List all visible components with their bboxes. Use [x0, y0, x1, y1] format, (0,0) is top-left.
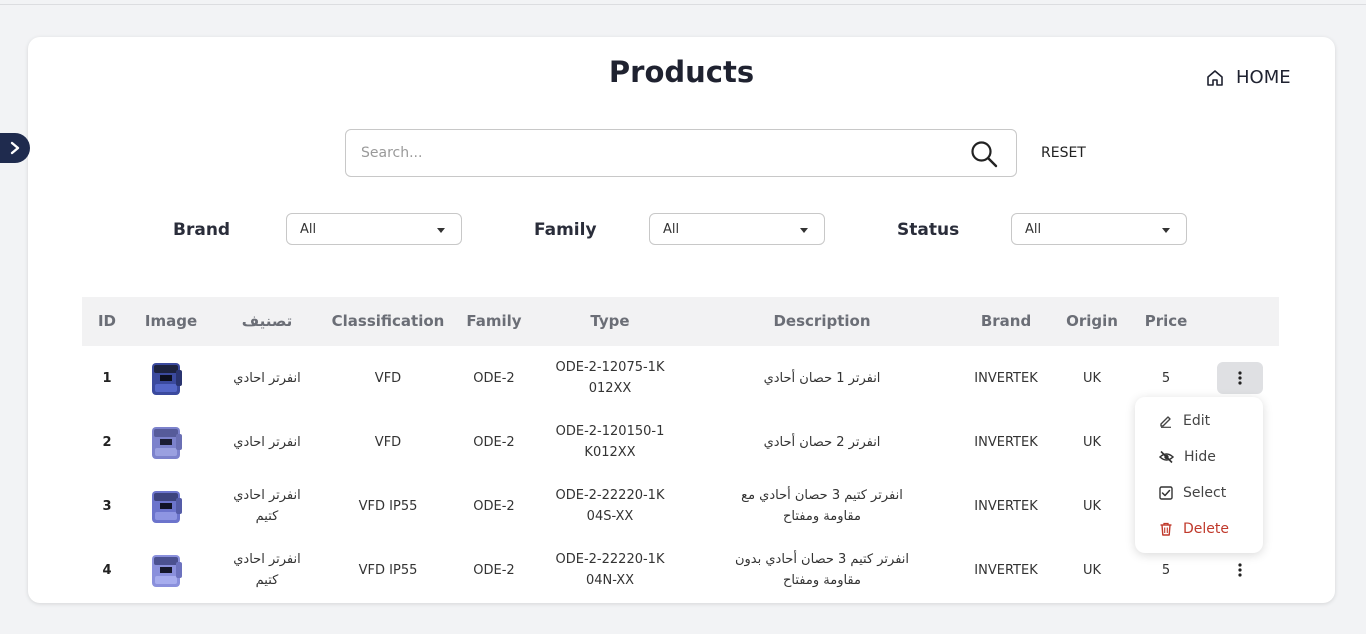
- type-cell: ODE-2-22220-1K04N-XX: [555, 552, 665, 588]
- row-actions-menu: Edit Hide Select Delete: [1135, 397, 1263, 553]
- edit-icon: [1160, 416, 1171, 428]
- table-row[interactable]: 2 انفرتر احادي VFD ODE-2 ODE-2-120150-1K…: [82, 410, 1279, 474]
- menu-item-delete[interactable]: Delete: [1159, 521, 1229, 537]
- row-id: 1: [102, 370, 112, 386]
- brand-cell: INVERTEK: [974, 370, 1038, 386]
- menu-item-label: Select: [1183, 485, 1227, 501]
- product-image: [146, 346, 186, 410]
- family-cell: ODE-2: [473, 370, 515, 386]
- tasnif-cell: انفرتر احادي كتيم: [233, 552, 301, 588]
- status-filter-value: All: [1025, 221, 1042, 237]
- type-cell: ODE-2-120150-1K012XX: [555, 424, 665, 460]
- row-actions-button[interactable]: [1217, 362, 1263, 394]
- home-link[interactable]: HOME: [1206, 67, 1291, 88]
- menu-item-label: Delete: [1183, 521, 1229, 537]
- family-filter-label: Family: [534, 220, 597, 240]
- search-icon[interactable]: [970, 140, 998, 168]
- reset-button[interactable]: RESET: [1041, 145, 1086, 161]
- top-divider: [0, 4, 1366, 5]
- sidebar-toggle-button[interactable]: [0, 133, 30, 163]
- brand-cell: INVERTEK: [974, 562, 1038, 578]
- col-origin: Origin: [1066, 312, 1118, 330]
- table-row[interactable]: 1 انفرتر احادي VFD ODE-2 ODE-2-12075-1K0…: [82, 346, 1279, 410]
- brand-filter-select[interactable]: All: [286, 213, 462, 245]
- inverter-image: [152, 491, 182, 523]
- col-brand: Brand: [980, 312, 1032, 330]
- col-classification: Classification: [331, 312, 445, 330]
- status-filter-select[interactable]: All: [1011, 213, 1187, 245]
- family-filter-value: All: [663, 221, 680, 237]
- menu-item-select[interactable]: Select: [1159, 485, 1226, 501]
- col-price: Price: [1144, 312, 1188, 330]
- origin-cell: UK: [1082, 370, 1102, 386]
- inverter-image: [152, 363, 182, 395]
- brand-cell: INVERTEK: [974, 434, 1038, 450]
- origin-cell: UK: [1082, 498, 1102, 514]
- origin-cell: UK: [1082, 562, 1102, 578]
- family-cell: ODE-2: [473, 434, 515, 450]
- menu-item-edit[interactable]: Edit: [1159, 413, 1210, 429]
- description-cell: انفرتر كتيم 3 حصان أحادي مع مقاومة ومفتا…: [741, 488, 903, 524]
- brand-filter-label: Brand: [173, 220, 231, 240]
- caret-down-icon: [437, 228, 445, 233]
- product-image: [146, 410, 186, 474]
- type-cell: ODE-2-22220-1K04S-XX: [555, 488, 665, 524]
- status-filter-label: Status: [897, 220, 960, 240]
- search-box: [345, 129, 1017, 177]
- products-card: Products HOME RESET Brand All Family All…: [28, 37, 1335, 603]
- classification-cell: VFD: [374, 370, 402, 386]
- brand-filter-value: All: [300, 221, 317, 237]
- row-actions-button[interactable]: [1217, 554, 1263, 586]
- checkbox-icon: [1159, 486, 1173, 500]
- home-icon: [1207, 69, 1223, 86]
- menu-item-label: Hide: [1184, 449, 1216, 465]
- type-cell: ODE-2-12075-1K012XX: [555, 360, 665, 396]
- menu-item-hide[interactable]: Hide: [1159, 449, 1216, 465]
- row-id: 2: [102, 434, 112, 450]
- description-cell: انفرتر 2 حصان أحادي: [763, 434, 881, 450]
- brand-cell: INVERTEK: [974, 498, 1038, 514]
- classification-cell: VFD: [374, 434, 402, 450]
- product-image: [146, 474, 186, 538]
- col-description: Description: [773, 312, 871, 330]
- product-image: [146, 538, 186, 602]
- family-cell: ODE-2: [473, 562, 515, 578]
- page-title: Products: [608, 55, 755, 89]
- description-cell: انفرتر كتيم 3 حصان أحادي بدون مقاومة ومف…: [734, 552, 910, 588]
- table-row[interactable]: 3 انفرتر احادي كتيم VFD IP55 ODE-2 ODE-2…: [82, 474, 1279, 538]
- classification-cell: VFD IP55: [358, 498, 418, 514]
- description-cell: انفرتر 1 حصان أحادي: [763, 370, 881, 386]
- table-row[interactable]: 4 انفرتر احادي كتيم VFD IP55 ODE-2 ODE-2…: [82, 538, 1279, 602]
- tasnif-cell: انفرتر احادي: [233, 370, 301, 386]
- eye-slash-icon: [1159, 450, 1174, 464]
- col-tasnif: تصنيف: [241, 312, 293, 330]
- tasnif-cell: انفرتر احادي كتيم: [233, 488, 301, 524]
- caret-down-icon: [1162, 228, 1170, 233]
- tasnif-cell: انفرتر احادي: [233, 434, 301, 450]
- kebab-icon: [1238, 371, 1242, 385]
- kebab-icon: [1238, 563, 1242, 577]
- inverter-image: [152, 555, 182, 587]
- row-id: 3: [102, 498, 112, 514]
- classification-cell: VFD IP55: [358, 562, 418, 578]
- inverter-image: [152, 427, 182, 459]
- table-header: ID Image تصنيف Classification Family Typ…: [82, 297, 1279, 346]
- search-input[interactable]: [346, 130, 936, 176]
- caret-down-icon: [800, 228, 808, 233]
- home-label: HOME: [1236, 67, 1291, 88]
- chevron-right-icon: [10, 141, 20, 155]
- family-cell: ODE-2: [473, 498, 515, 514]
- trash-icon: [1160, 522, 1172, 536]
- col-id: ID: [97, 312, 117, 330]
- col-image: Image: [144, 312, 198, 330]
- origin-cell: UK: [1082, 434, 1102, 450]
- family-filter-select[interactable]: All: [649, 213, 825, 245]
- col-family: Family: [466, 312, 522, 330]
- row-id: 4: [102, 562, 112, 578]
- col-type: Type: [590, 312, 630, 330]
- menu-item-label: Edit: [1183, 413, 1211, 429]
